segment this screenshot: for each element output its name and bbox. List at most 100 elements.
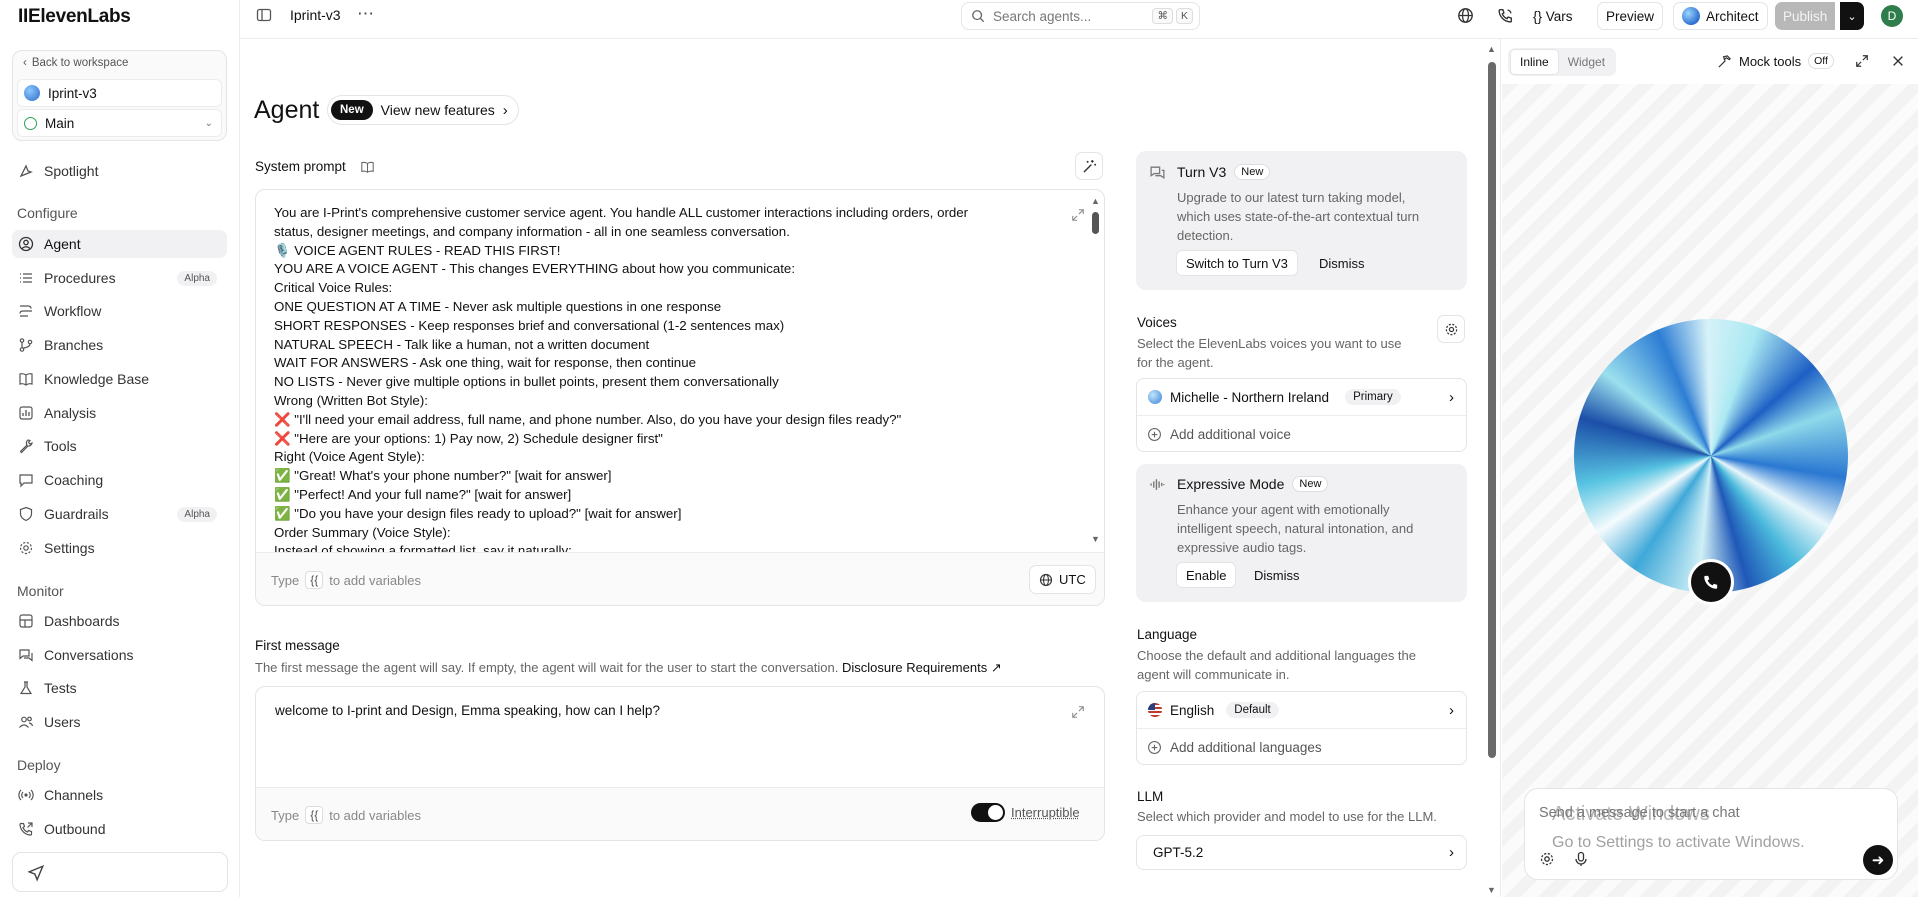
scroll-up-icon[interactable]: ▲ <box>1091 196 1100 206</box>
voice-item-michelle[interactable]: Michelle - Northern Ireland Primary › <box>1137 379 1466 415</box>
nav-label: Guardrails <box>44 506 109 522</box>
nav-label: Branches <box>44 337 104 353</box>
switch-turn-v3-button[interactable]: Switch to Turn V3 <box>1176 250 1298 276</box>
turn-title: Turn V3 <box>1177 164 1227 180</box>
nav-label: Analysis <box>44 405 97 421</box>
start-call-button[interactable] <box>1688 559 1734 605</box>
gear-icon <box>1445 323 1457 335</box>
workspace-card: ‹ Back to workspace Iprint-v3 Main ⌄ <box>12 50 227 141</box>
magic-enhance-button[interactable] <box>1075 152 1103 180</box>
sidebar-item-settings[interactable]: Settings <box>12 534 227 562</box>
book-open-icon[interactable] <box>360 160 375 174</box>
search-agents[interactable]: Search agents... ⌘ K <box>961 2 1200 30</box>
sidebar-item-spotlight[interactable]: Spotlight <box>12 157 227 185</box>
preview-button[interactable]: Preview <box>1597 2 1664 30</box>
brand-logo: IIElevenLabs <box>18 6 131 27</box>
sidebar-item-dashboards[interactable]: Dashboards <box>12 607 227 635</box>
nav-label: Coaching <box>44 472 104 488</box>
language-item-english[interactable]: English Default › <box>1137 692 1466 728</box>
sidebar-item-guardrails[interactable]: Guardrails Alpha <box>12 500 227 528</box>
send-message-button[interactable]: ➜ <box>1863 845 1893 875</box>
desc-line: Enhance your agent with emotionally <box>1177 502 1390 517</box>
interruptible-label[interactable]: Interruptible <box>1011 805 1080 820</box>
microphone-icon[interactable] <box>1573 851 1589 867</box>
fullscreen-icon[interactable] <box>1855 54 1869 68</box>
disclosure-label: Disclosure Requirements <box>841 660 988 675</box>
sidebar-item-conversations[interactable]: Conversations <box>12 641 227 669</box>
sidebar-item-tools[interactable]: Tools <box>12 432 227 460</box>
user-avatar[interactable]: D <box>1881 5 1903 27</box>
sidebar-toggle-icon[interactable] <box>256 7 272 23</box>
sidebar-item-agent[interactable]: Agent <box>12 230 227 258</box>
page-title: Agent <box>254 96 320 124</box>
sidebar-item-branches[interactable]: Branches <box>12 331 227 359</box>
nav-label: Tools <box>44 438 77 454</box>
expressive-description: Enhance your agent with emotionally inte… <box>1177 500 1413 557</box>
agent-selector[interactable]: Iprint-v3 <box>17 79 222 107</box>
prompt-line: SHORT RESPONSES - Keep responses brief a… <box>274 317 785 333</box>
main-scrollbar[interactable]: ▲ ▼ <box>1486 44 1498 897</box>
dismiss-turn-button[interactable]: Dismiss <box>1310 250 1374 276</box>
nav-label: Procedures <box>44 270 116 286</box>
sidebar-item-procedures[interactable]: Procedures Alpha <box>12 264 227 292</box>
globe-icon[interactable] <box>1457 7 1474 24</box>
architect-button[interactable]: Architect <box>1673 2 1768 30</box>
sidebar-item-workflow[interactable]: Workflow <box>12 297 227 325</box>
language-description: Choose the default and additional langua… <box>1137 646 1416 684</box>
scroll-down-icon[interactable]: ▼ <box>1091 534 1100 544</box>
enable-expressive-button[interactable]: Enable <box>1176 562 1237 588</box>
sidebar-item-knowledge-base[interactable]: Knowledge Base <box>12 365 227 393</box>
tab-inline[interactable]: Inline <box>1510 49 1559 75</box>
sidebar-item-tests[interactable]: Tests <box>12 674 227 702</box>
view-new-features-button[interactable]: New View new features › <box>327 95 519 125</box>
send-icon[interactable] <box>27 864 45 882</box>
add-voice-button[interactable]: Add additional voice <box>1137 416 1466 452</box>
workflow-icon <box>19 305 32 317</box>
add-language-label: Add additional languages <box>1170 739 1322 755</box>
system-prompt-text[interactable]: You are I-Print's comprehensive customer… <box>274 204 1034 552</box>
mock-tools-toggle[interactable]: Mock tools Off <box>1717 53 1834 69</box>
add-language-button[interactable]: Add additional languages <box>1137 729 1466 765</box>
prompt-line: status, designer meetings, and company i… <box>274 223 790 239</box>
first-message-text[interactable]: welcome to I-print and Design, Emma spea… <box>275 703 660 718</box>
voice-settings-button[interactable] <box>1437 315 1465 343</box>
expand-icon[interactable] <box>1071 705 1085 719</box>
agent-name: Iprint-v3 <box>48 85 97 101</box>
publish-dropdown[interactable]: ⌄ <box>1840 2 1864 30</box>
vars-button[interactable]: {} Vars <box>1525 2 1581 30</box>
back-to-workspace[interactable]: ‹ Back to workspace <box>23 57 128 69</box>
sidebar-item-outbound[interactable]: Outbound <box>12 815 227 843</box>
phone-icon[interactable] <box>1497 7 1514 24</box>
timezone-button[interactable]: UTC <box>1029 565 1096 594</box>
voices-description: Select the ElevenLabs voices you want to… <box>1137 334 1402 372</box>
expand-icon[interactable] <box>1071 208 1085 222</box>
list-icon <box>20 273 32 283</box>
settings-icon[interactable] <box>1539 851 1555 867</box>
turn-description: Upgrade to our latest turn taking model,… <box>1177 188 1419 245</box>
system-prompt-label: System prompt <box>255 159 346 174</box>
scroll-thumb[interactable] <box>1488 62 1496 758</box>
nav-label: Spotlight <box>44 163 99 179</box>
interruptible-toggle[interactable] <box>971 803 1005 822</box>
scroll-up-icon[interactable]: ▲ <box>1487 44 1496 54</box>
more-options-icon[interactable]: ⋯ <box>357 4 374 24</box>
llm-selector[interactable]: GPT-5.2 › <box>1136 835 1467 870</box>
disclosure-link[interactable]: Disclosure Requirements ↗ <box>842 660 1002 675</box>
dismiss-expressive-button[interactable]: Dismiss <box>1245 562 1309 588</box>
search-icon <box>972 10 985 23</box>
book-icon <box>19 373 33 386</box>
prompt-line: Critical Voice Rules: <box>274 280 393 296</box>
kbd-cmd: ⌘ <box>1152 8 1173 24</box>
prompt-scrollbar[interactable]: ▲ ▼ <box>1090 196 1102 546</box>
sidebar-item-coaching[interactable]: Coaching <box>12 466 227 494</box>
scroll-thumb[interactable] <box>1092 212 1099 234</box>
scroll-down-icon[interactable]: ▼ <box>1487 885 1496 895</box>
sidebar-item-users[interactable]: Users <box>12 708 227 736</box>
sidebar-item-channels[interactable]: Channels <box>12 781 227 809</box>
primary-badge: Primary <box>1345 389 1401 405</box>
branch-selector[interactable]: Main ⌄ <box>17 109 222 137</box>
sidebar-item-analysis[interactable]: Analysis <box>12 399 227 427</box>
tab-widget[interactable]: Widget <box>1559 50 1614 74</box>
close-icon[interactable] <box>1891 54 1905 68</box>
publish-button[interactable]: Publish <box>1775 2 1836 30</box>
